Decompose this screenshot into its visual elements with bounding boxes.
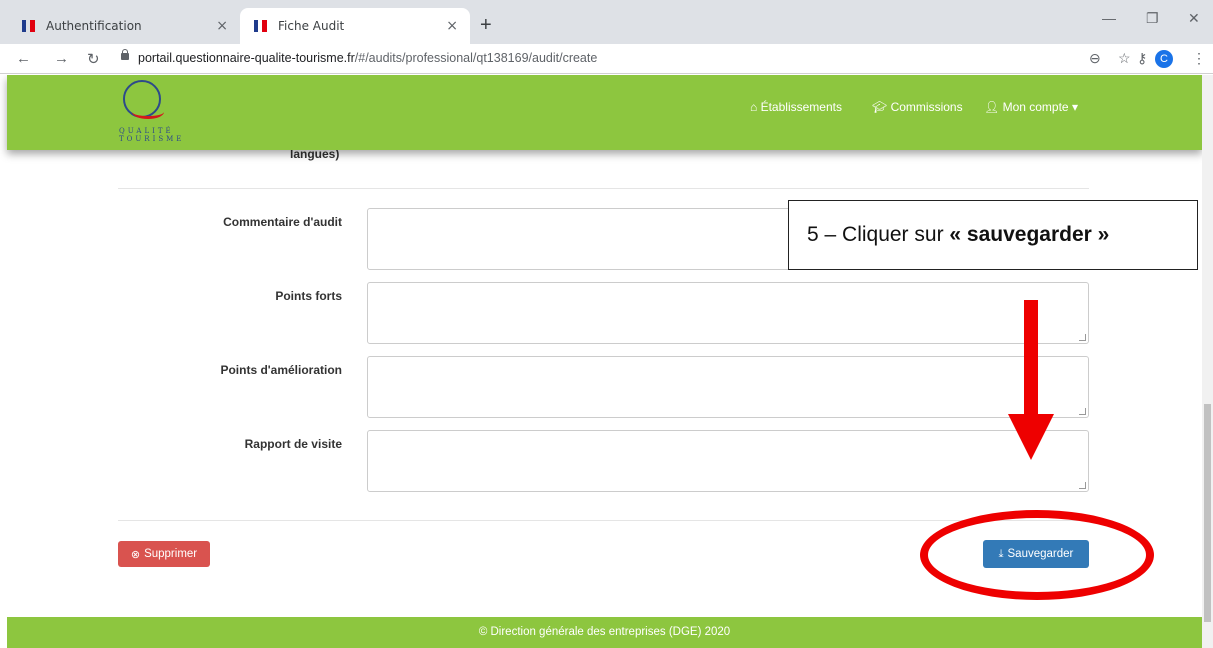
lock-icon (121, 49, 129, 60)
logo-text-line2: TOURISME (119, 135, 185, 143)
tab-title: Authentification (46, 19, 142, 33)
nav-mon-compte-label: Mon compte ▾ (1002, 100, 1078, 114)
profile-avatar[interactable]: C (1155, 50, 1173, 68)
tab-title: Fiche Audit (278, 19, 345, 33)
tab-authentification[interactable]: Authentification × (8, 8, 240, 44)
forward-arrow-icon[interactable]: → (54, 50, 69, 67)
circle-x-icon: ⊗ (130, 548, 141, 561)
label-commentaire-audit: Commentaire d'audit (223, 215, 342, 229)
site-header: QUALITÉ TOURISME ⌂ Établissements 🎓︎ Com… (7, 75, 1202, 150)
red-arrow-shaft (1024, 300, 1038, 420)
restore-icon[interactable]: ❐ (1146, 10, 1159, 27)
logo-text: QUALITÉ TOURISME (119, 127, 184, 143)
points-amelioration-textarea[interactable] (367, 356, 1089, 418)
rapport-visite-textarea[interactable] (367, 430, 1089, 492)
red-arrow-down-icon (1008, 414, 1054, 460)
resize-handle-icon[interactable] (1079, 408, 1086, 415)
supprimer-label: Supprimer (144, 548, 198, 560)
window-close-icon[interactable]: ✕ (1188, 10, 1200, 27)
address-bar: ← → ↻ portail.questionnaire-qualite-tour… (0, 44, 1213, 74)
resize-handle-icon[interactable] (1079, 482, 1086, 489)
back-arrow-icon[interactable]: ← (16, 50, 31, 67)
url-field[interactable]: portail.questionnaire-qualite-tourisme.f… (138, 51, 597, 65)
key-icon[interactable]: ⚷ (1137, 50, 1147, 67)
instruction-callout: 5 – Cliquer sur « sauvegarder » (788, 200, 1198, 270)
supprimer-button[interactable]: ⊗ Supprimer (118, 541, 210, 567)
callout-emphasis: « sauvegarder » (949, 223, 1110, 246)
points-forts-textarea[interactable] (367, 282, 1089, 344)
red-highlight-ellipse (920, 510, 1154, 600)
nav-mon-compte[interactable]: 👤︎ Mon compte ▾ (984, 100, 1078, 114)
nav-etablissements[interactable]: ⌂ Établissements (750, 100, 842, 114)
logo-text-line1: QUALITÉ (119, 127, 174, 135)
scrollbar-thumb[interactable] (1204, 404, 1211, 622)
url-host: portail.questionnaire-qualite-tourisme.f… (138, 51, 355, 65)
callout-prefix: 5 – Cliquer sur (807, 223, 950, 246)
new-tab-button[interactable]: + (480, 14, 492, 37)
nav-commissions[interactable]: 🎓︎ Commissions (872, 100, 963, 114)
reload-icon[interactable]: ↻ (87, 50, 100, 68)
site-footer: © Direction générale des entreprises (DG… (7, 617, 1202, 648)
site-favicon-icon (254, 19, 270, 33)
tab-close-icon[interactable]: × (216, 18, 228, 34)
site-favicon-icon (22, 19, 38, 33)
minimize-icon[interactable]: — (1102, 10, 1116, 26)
tab-close-icon[interactable]: × (446, 18, 458, 34)
logo-swoosh (132, 105, 164, 119)
resize-handle-icon[interactable] (1079, 334, 1086, 341)
nav-commissions-label: Commissions (890, 100, 963, 114)
nav-etablissements-label: Établissements (760, 100, 842, 114)
label-points-forts: Points forts (275, 289, 342, 303)
label-rapport-visite: Rapport de visite (244, 437, 342, 451)
menu-kebab-icon[interactable]: ⋮ (1192, 50, 1206, 67)
divider (118, 520, 1089, 521)
divider (118, 188, 1089, 189)
zoom-icon[interactable]: ⊖ (1089, 50, 1101, 67)
browser-tab-strip: Authentification × Fiche Audit × + — ❐ ✕ (0, 0, 1213, 44)
bookmark-star-icon[interactable]: ☆ (1118, 50, 1131, 67)
label-points-amelioration: Points d'amélioration (220, 363, 342, 377)
tab-fiche-audit[interactable]: Fiche Audit × (240, 8, 470, 44)
url-path: /#/audits/professional/qt138169/audit/cr… (354, 51, 598, 65)
